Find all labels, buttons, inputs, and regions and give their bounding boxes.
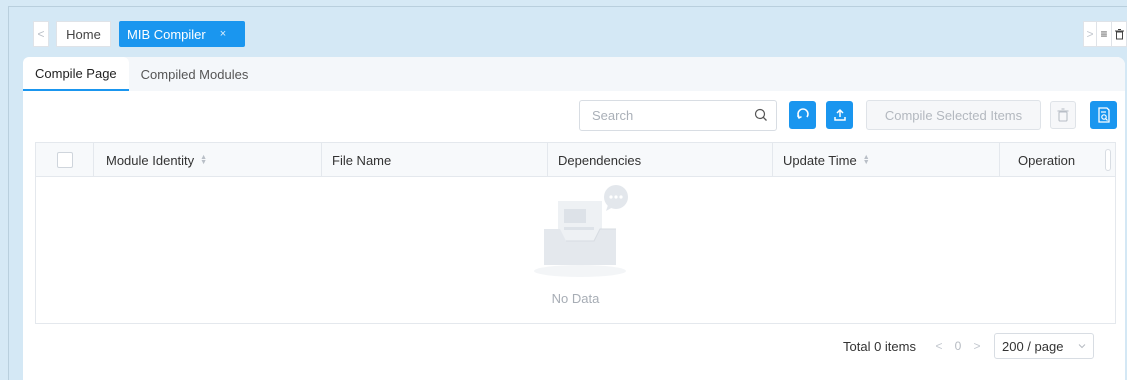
column-label: Module Identity	[106, 152, 195, 168]
tab-compile-page[interactable]: Compile Page	[23, 57, 129, 91]
trash-icon[interactable]	[1111, 21, 1127, 47]
column-label: Operation	[1018, 152, 1076, 168]
refresh-icon	[796, 108, 809, 119]
tab-compiled-modules[interactable]: Compiled Modules	[129, 57, 261, 91]
view-button[interactable]	[1090, 101, 1117, 129]
table-header: Module Identity ▲ ▼ File Name Dependencie…	[36, 143, 1115, 177]
sort-icon[interactable]: ▲ ▼	[200, 154, 207, 166]
tab-bar: < Home MIB Compiler × > ≡	[8, 6, 1127, 50]
select-all-cell	[36, 143, 94, 177]
column-dependencies: Dependencies	[548, 143, 773, 177]
next-page-button[interactable]: >	[968, 339, 986, 353]
tab-mib-compiler[interactable]: MIB Compiler ×	[119, 21, 245, 47]
menu-icon[interactable]: ≡	[1096, 21, 1112, 47]
trash-icon	[1057, 108, 1069, 122]
main-card: Compile Page Compiled Modules Compile Se…	[23, 57, 1125, 380]
search-input[interactable]	[580, 101, 740, 130]
sort-icon[interactable]: ▲ ▼	[863, 154, 870, 166]
pagination: Total 0 items < 0 > 200 / page	[843, 332, 1094, 360]
tab-mib-compiler-label: MIB Compiler	[127, 26, 206, 42]
total-count: Total 0 items	[843, 338, 916, 354]
empty-state: No Data	[36, 177, 1115, 324]
modules-table: Module Identity ▲ ▼ File Name Dependencie…	[35, 142, 1116, 324]
column-label: File Name	[332, 152, 392, 168]
upload-button[interactable]	[826, 101, 853, 129]
delete-button[interactable]	[1050, 101, 1076, 129]
select-all-checkbox[interactable]	[56, 152, 73, 168]
column-label: Dependencies	[558, 152, 642, 168]
column-operation: Operation	[1000, 143, 1117, 177]
page-size-select[interactable]: 200 / page	[993, 333, 1094, 359]
tab-home[interactable]: Home	[56, 21, 111, 47]
column-resize-handle[interactable]	[1105, 149, 1111, 171]
upload-icon	[833, 108, 846, 121]
column-module-identity[interactable]: Module Identity ▲ ▼	[94, 143, 322, 177]
empty-text: No Data	[551, 291, 600, 306]
search-icon[interactable]	[754, 108, 768, 125]
subtabs: Compile Page Compiled Modules	[23, 57, 1125, 91]
search-box	[579, 100, 777, 131]
chevron-down-icon	[1077, 339, 1087, 354]
tabs-prev-arrow[interactable]: <	[33, 21, 49, 47]
empty-inbox-icon	[534, 185, 628, 277]
current-page[interactable]: 0	[948, 339, 968, 353]
close-icon[interactable]: ×	[220, 28, 226, 40]
column-update-time[interactable]: Update Time ▲ ▼	[773, 143, 1000, 177]
page-size-value: 200 / page	[1001, 338, 1064, 354]
column-file-name: File Name	[322, 143, 548, 177]
file-search-icon	[1097, 107, 1110, 123]
compile-selected-button[interactable]: Compile Selected Items	[866, 100, 1041, 130]
refresh-button[interactable]	[789, 101, 816, 129]
tab-tools: > ≡	[1083, 21, 1127, 47]
prev-page-button[interactable]: <	[930, 339, 948, 353]
tabs-next-arrow[interactable]: >	[1083, 21, 1097, 47]
column-label: Update Time	[783, 152, 857, 168]
